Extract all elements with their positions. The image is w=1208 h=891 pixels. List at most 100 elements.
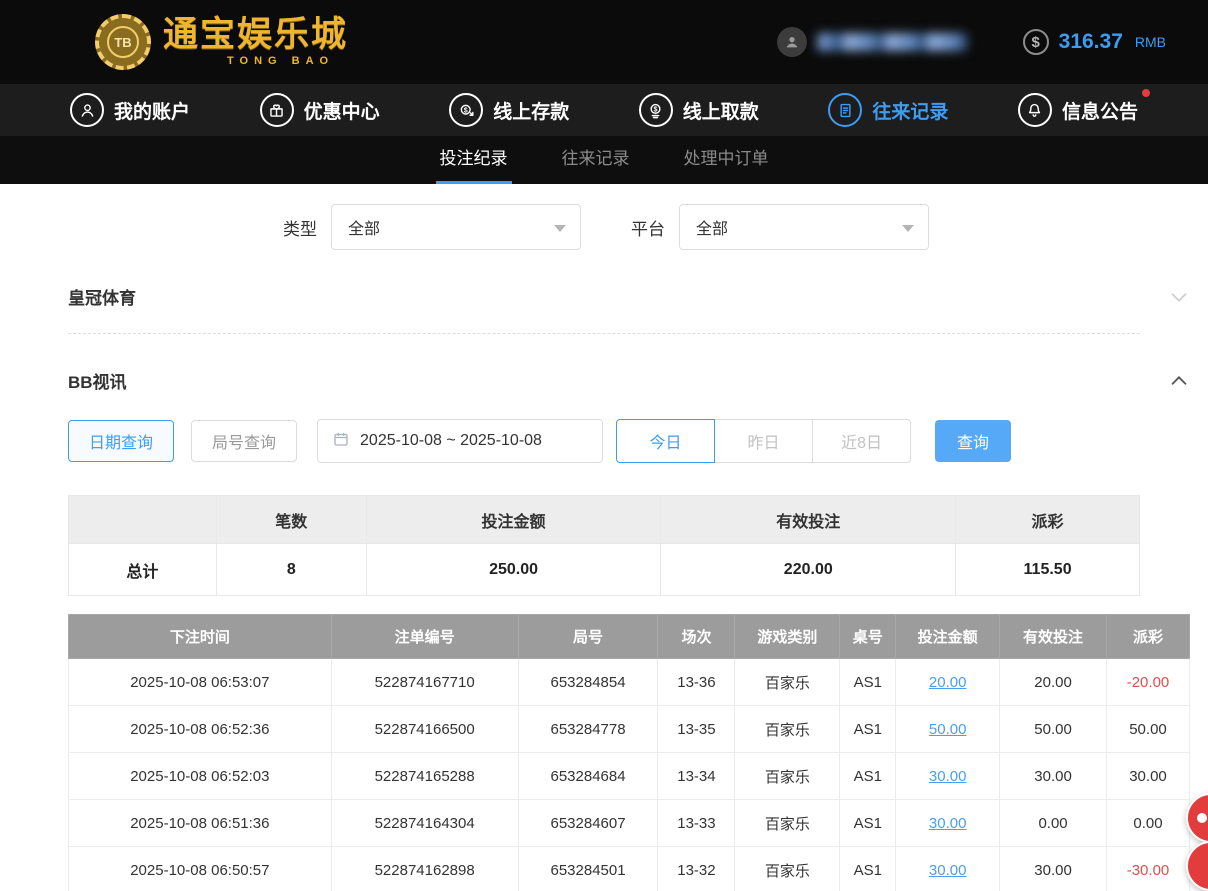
- type-filter-label: 类型: [283, 215, 317, 240]
- summary-total-payout: 115.50: [956, 544, 1140, 596]
- cell-bet-time: 2025-10-08 06:51:36: [69, 800, 332, 847]
- query-bar: 日期查询 局号查询 2025-10-08 ~ 2025-10-08 今日 昨日 …: [68, 419, 1140, 463]
- date-range-value: 2025-10-08 ~ 2025-10-08: [360, 432, 542, 450]
- col-round-no: 局号: [518, 615, 658, 659]
- platform-filter-label: 平台: [631, 215, 665, 240]
- chevron-down-icon: [554, 225, 566, 232]
- table-row: 2025-10-08 06:51:36 522874164304 6532846…: [69, 800, 1190, 847]
- type-select-value: 全部: [348, 215, 380, 239]
- col-payout: 派彩: [1107, 615, 1190, 659]
- top-right-area: $ 316.37 RMB: [777, 27, 1166, 57]
- summary-total-row: 总计 8 250.00 220.00 115.50: [69, 544, 1140, 596]
- col-table-no: 桌号: [840, 615, 896, 659]
- tab-transaction-records[interactable]: 往来记录: [558, 136, 634, 184]
- balance-display[interactable]: $ 316.37 RMB: [1023, 29, 1166, 55]
- bet-amount-link[interactable]: 30.00: [929, 815, 967, 832]
- cell-session: 13-34: [658, 753, 735, 800]
- nav-label: 线上取款: [683, 97, 759, 124]
- cell-bet-amount: 20.00: [896, 659, 1000, 706]
- nav-label: 信息公告: [1062, 97, 1138, 124]
- cell-game-type: 百家乐: [735, 800, 840, 847]
- nav-item-transaction-records[interactable]: 往来记录: [828, 93, 948, 127]
- cell-table-no: AS1: [840, 753, 896, 800]
- cell-session: 13-36: [658, 659, 735, 706]
- chevron-up-icon[interactable]: [1168, 370, 1190, 392]
- cell-valid-bet: 0.00: [1000, 800, 1107, 847]
- section-bb-video: BB视讯: [68, 368, 1190, 393]
- preset-today[interactable]: 今日: [616, 419, 715, 463]
- cell-session: 13-35: [658, 706, 735, 753]
- nav-label: 往来记录: [872, 97, 948, 124]
- cell-game-type: 百家乐: [735, 706, 840, 753]
- brand-logo[interactable]: TB 通宝娱乐城 TONG BAO: [95, 14, 348, 70]
- cell-bet-amount: 30.00: [896, 800, 1000, 847]
- bell-icon: [1018, 93, 1052, 127]
- top-bar: TB 通宝娱乐城 TONG BAO $ 316.37 RMB: [0, 0, 1208, 84]
- main-nav: 我的账户 优惠中心 $ 线上存款 $ 线上取款 往来记录 信息公告: [0, 84, 1208, 136]
- date-query-button[interactable]: 日期查询: [68, 420, 174, 462]
- preset-yesterday[interactable]: 昨日: [714, 419, 813, 463]
- cell-game-type: 百家乐: [735, 659, 840, 706]
- section-title: 皇冠体育: [68, 284, 136, 309]
- nav-item-withdraw[interactable]: $ 线上取款: [639, 93, 759, 127]
- calendar-icon: [332, 430, 350, 453]
- casino-chip-icon: TB: [95, 14, 151, 70]
- table-row: 2025-10-08 06:52:36 522874166500 6532847…: [69, 706, 1190, 753]
- chip-badge: TB: [107, 26, 139, 58]
- user-icon: [70, 93, 104, 127]
- tab-pending-orders[interactable]: 处理中订单: [680, 136, 773, 184]
- bet-amount-link[interactable]: 30.00: [929, 768, 967, 785]
- section-divider: [68, 333, 1140, 334]
- balance-currency: RMB: [1135, 34, 1166, 50]
- cell-bet-amount: 30.00: [896, 847, 1000, 891]
- bet-table-body: 2025-10-08 06:53:07 522874167710 6532848…: [69, 659, 1190, 891]
- summary-header-payout: 派彩: [956, 496, 1140, 544]
- cell-game-type: 百家乐: [735, 753, 840, 800]
- dollar-icon: $: [1023, 29, 1049, 55]
- type-select[interactable]: 全部: [331, 204, 581, 250]
- col-bet-time: 下注时间: [69, 615, 332, 659]
- svg-text:$: $: [463, 106, 467, 114]
- cell-valid-bet: 50.00: [1000, 706, 1107, 753]
- nav-item-promotions[interactable]: 优惠中心: [260, 93, 380, 127]
- notification-dot: [1142, 89, 1150, 97]
- cell-order-no: 522874165288: [331, 753, 518, 800]
- bet-amount-link[interactable]: 50.00: [929, 721, 967, 738]
- logo-subtitle: TONG BAO: [227, 56, 348, 67]
- summary-total-count: 8: [216, 544, 366, 596]
- nav-item-announcements[interactable]: 信息公告: [1018, 93, 1138, 127]
- table-row: 2025-10-08 06:53:07 522874167710 6532848…: [69, 659, 1190, 706]
- summary-total-valid-bet: 220.00: [661, 544, 956, 596]
- col-bet-amount: 投注金额: [896, 615, 1000, 659]
- search-button[interactable]: 查询: [935, 420, 1011, 462]
- nav-item-deposit[interactable]: $ 线上存款: [449, 93, 569, 127]
- cell-valid-bet: 30.00: [1000, 847, 1107, 891]
- platform-select-value: 全部: [696, 215, 728, 239]
- gift-icon: [260, 93, 294, 127]
- table-row: 2025-10-08 06:52:03 522874165288 6532846…: [69, 753, 1190, 800]
- username-redacted: [817, 33, 967, 51]
- summary-header-bet-amount: 投注金额: [366, 496, 661, 544]
- nav-item-my-account[interactable]: 我的账户: [70, 93, 190, 127]
- section-title: BB视讯: [68, 368, 127, 393]
- round-query-button[interactable]: 局号查询: [191, 420, 297, 462]
- cell-payout: -30.00: [1107, 847, 1190, 891]
- bet-amount-link[interactable]: 20.00: [929, 674, 967, 691]
- tab-bet-records[interactable]: 投注纪录: [436, 136, 512, 184]
- summary-total-label: 总计: [69, 544, 217, 596]
- summary-header-valid-bet: 有效投注: [661, 496, 956, 544]
- cell-payout: -20.00: [1107, 659, 1190, 706]
- section-crown-sports: 皇冠体育: [68, 284, 1190, 309]
- cell-bet-time: 2025-10-08 06:52:03: [69, 753, 332, 800]
- date-range-input[interactable]: 2025-10-08 ~ 2025-10-08: [317, 419, 603, 463]
- col-order-no: 注单编号: [331, 615, 518, 659]
- cell-table-no: AS1: [840, 800, 896, 847]
- user-area[interactable]: [777, 27, 967, 57]
- logo-text: 通宝娱乐城 TONG BAO: [163, 17, 348, 67]
- cell-round-no: 653284501: [518, 847, 658, 891]
- platform-select[interactable]: 全部: [679, 204, 929, 250]
- chevron-down-icon[interactable]: [1168, 286, 1190, 308]
- cell-payout: 0.00: [1107, 800, 1190, 847]
- preset-last-8-days[interactable]: 近8日: [812, 419, 911, 463]
- logo-title: 通宝娱乐城: [163, 17, 348, 52]
